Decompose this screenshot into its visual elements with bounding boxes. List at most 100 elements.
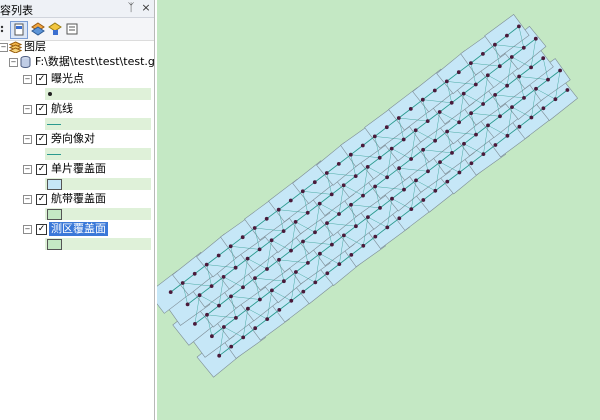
exposure-point	[341, 183, 346, 188]
exposure-point	[396, 116, 401, 120]
layer-tree: − 图层 − F:\数据\test\test\test.gdb −✓曝光点−✓航…	[0, 40, 154, 420]
exposure-point	[385, 175, 389, 180]
fill-symbol-icon	[47, 179, 62, 190]
exposure-point	[313, 280, 318, 285]
layer-row[interactable]: − ✓ 航线	[0, 102, 154, 116]
exposure-point	[317, 201, 322, 206]
exposure-point	[432, 88, 437, 93]
exposure-point	[402, 187, 406, 192]
options-icon[interactable]	[64, 21, 80, 37]
layer-name: 单片覆盖面	[51, 162, 106, 175]
collapse-toggle[interactable]: −	[23, 195, 32, 204]
exposure-point	[222, 325, 226, 329]
exposure-point	[493, 42, 497, 47]
exposure-point	[330, 242, 334, 247]
layer-row[interactable]: − ✓ 航带覆盖面	[0, 192, 154, 206]
exposure-point	[413, 128, 418, 133]
legend-symbol-row	[45, 118, 151, 130]
exposure-point	[361, 243, 366, 248]
exposure-point	[510, 105, 514, 109]
exposure-point	[348, 152, 353, 157]
exposure-point	[377, 155, 382, 160]
layer-name: 测区覆盖面	[49, 222, 108, 236]
exposure-point	[342, 233, 346, 238]
layer-visibility-checkbox[interactable]: ✓	[36, 164, 47, 175]
layer-visibility-checkbox[interactable]: ✓	[36, 74, 47, 85]
layer-visibility-checkbox[interactable]: ✓	[36, 224, 47, 235]
exposure-point	[253, 326, 258, 331]
exposure-point	[444, 79, 449, 84]
exposure-point	[246, 306, 250, 311]
layer-visibility-checkbox[interactable]: ✓	[36, 194, 47, 205]
exposure-point	[193, 322, 197, 326]
exposure-point	[408, 107, 413, 111]
exposure-point	[517, 74, 521, 79]
exposure-point	[366, 215, 370, 220]
exposure-point	[521, 45, 526, 50]
exposure-point	[529, 115, 534, 120]
exposure-point	[469, 161, 474, 166]
list-by-selection-icon[interactable]	[47, 21, 63, 37]
collapse-toggle[interactable]: −	[23, 105, 32, 114]
exposure-point	[401, 137, 406, 142]
exposure-point	[481, 102, 485, 106]
list-by-source-icon[interactable]	[10, 21, 28, 39]
collapse-toggle[interactable]: −	[9, 58, 18, 67]
layers-icon	[9, 41, 22, 53]
layer-row[interactable]: − ✓ 旁向像对	[0, 132, 154, 146]
exposure-point	[505, 33, 509, 38]
exposure-point	[209, 284, 214, 288]
exposure-point	[481, 152, 486, 157]
collapse-toggle[interactable]: −	[0, 43, 8, 52]
root-layer-label: 图层	[24, 40, 46, 53]
exposure-point	[385, 225, 390, 230]
layer-name: 旁向像对	[51, 132, 95, 145]
exposure-point	[390, 196, 394, 201]
layer-row[interactable]: − ✓ 曝光点	[0, 72, 154, 86]
exposure-point	[264, 216, 269, 221]
layer-row[interactable]: − ✓ 单片覆盖面	[0, 162, 154, 176]
table-of-contents-panel: 容列表 ᛉ × − 图层 − F:\数据\test\test\test.g − …	[0, 0, 155, 420]
exposure-point	[216, 253, 221, 258]
exposure-point	[565, 88, 570, 92]
exposure-point	[450, 151, 454, 155]
list-by-visibility-icon[interactable]	[30, 21, 46, 37]
exposure-point	[397, 216, 402, 221]
exposure-point	[325, 271, 330, 276]
exposure-point	[541, 106, 546, 111]
exposure-point	[349, 202, 353, 207]
exposure-point	[205, 312, 209, 317]
exposure-point	[509, 55, 514, 59]
exposure-point	[337, 262, 342, 266]
exposure-point	[276, 207, 281, 212]
close-icon[interactable]: ×	[139, 1, 153, 15]
layer-visibility-checkbox[interactable]: ✓	[36, 104, 47, 115]
layer-visibility-checkbox[interactable]: ✓	[36, 134, 47, 145]
fill-symbol-icon	[47, 239, 62, 250]
exposure-point	[329, 192, 334, 197]
collapse-toggle[interactable]: −	[23, 135, 32, 144]
exposure-point	[234, 316, 238, 320]
pin-icon[interactable]: ᛉ	[124, 1, 138, 15]
collapse-toggle[interactable]: −	[23, 165, 32, 174]
collapse-toggle[interactable]: −	[23, 225, 32, 234]
collapse-toggle[interactable]: −	[23, 75, 32, 84]
exposure-point	[493, 143, 498, 147]
layer-row[interactable]: − ✓ 测区覆盖面	[0, 222, 154, 236]
exposure-point	[456, 70, 461, 75]
exposure-point	[462, 141, 466, 146]
exposure-point	[384, 125, 389, 130]
exposure-point	[306, 261, 310, 265]
exposure-point	[288, 198, 293, 203]
exposure-point	[437, 110, 442, 114]
exposure-point	[217, 303, 221, 308]
exposure-point	[361, 193, 365, 198]
exposure-point	[265, 267, 269, 271]
exposure-point	[420, 97, 425, 102]
exposure-point	[197, 293, 202, 298]
map-view[interactable]	[157, 0, 600, 420]
exposure-point	[365, 165, 370, 169]
legend-symbol-row	[45, 88, 151, 100]
exposure-point	[240, 235, 245, 240]
exposure-point	[409, 207, 414, 212]
